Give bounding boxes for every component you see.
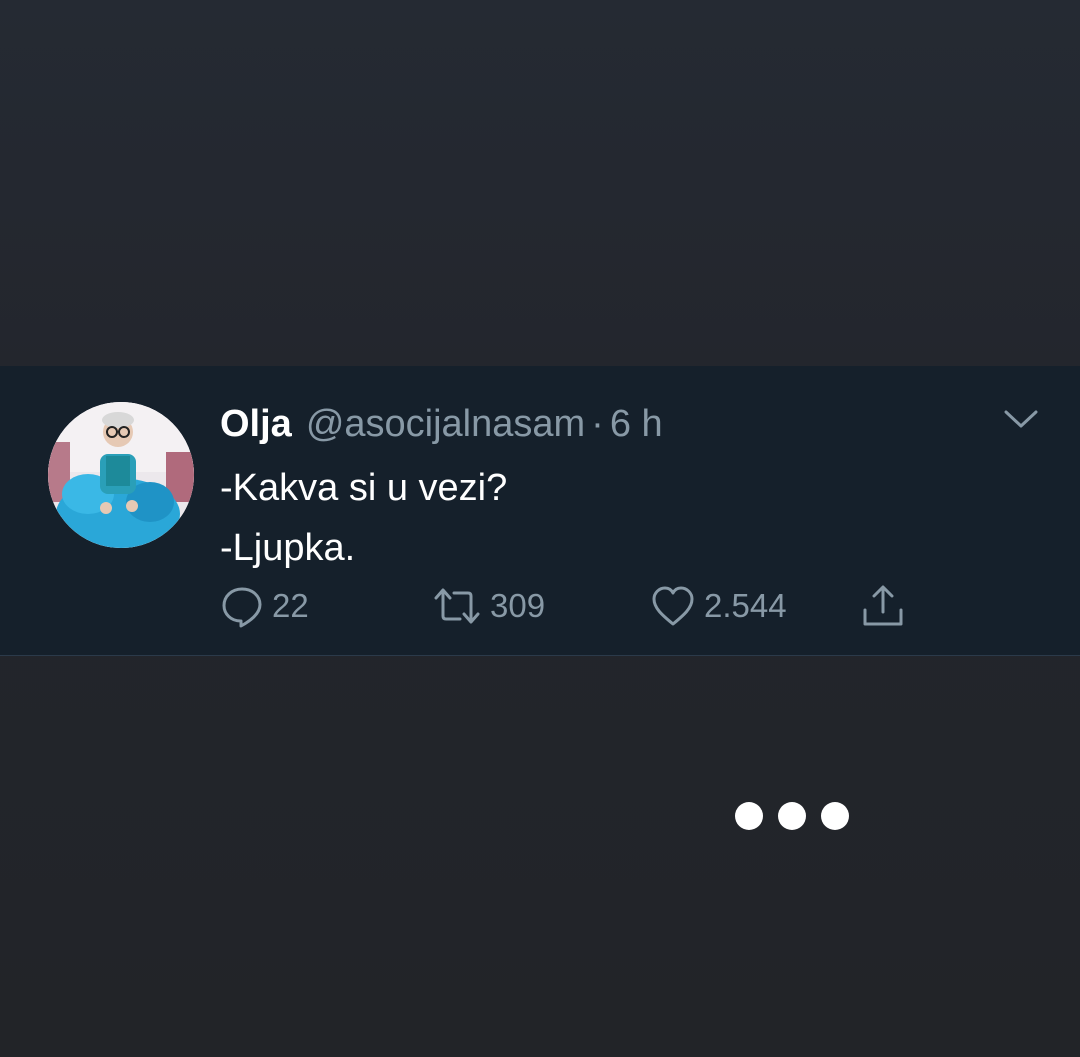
- retweet-button[interactable]: 309: [432, 584, 545, 628]
- typing-dot: [735, 802, 763, 830]
- profile-photo: [48, 402, 194, 548]
- share-button[interactable]: [860, 584, 906, 628]
- retweet-icon: [434, 588, 480, 624]
- timestamp[interactable]: 6 h: [610, 402, 663, 446]
- heart-icon: [652, 586, 694, 626]
- typing-dot: [778, 802, 806, 830]
- share-icon: [863, 585, 903, 626]
- header-separator: ·: [591, 403, 604, 445]
- tweet-text-line: -Ljupka.: [220, 527, 356, 569]
- display-name[interactable]: Olja: [220, 402, 292, 446]
- chevron-down-icon[interactable]: [1002, 404, 1040, 434]
- user-handle[interactable]: @asocijalnasam: [306, 402, 585, 446]
- retweet-count: 309: [490, 587, 546, 624]
- like-count: 2.544: [704, 587, 787, 624]
- reply-icon: [222, 587, 262, 628]
- screen: Olja @asocijalnasam · 6 h -Kakva si u ve…: [0, 0, 1080, 1057]
- tweet-header: Olja @asocijalnasam · 6 h: [220, 402, 663, 446]
- typing-indicator: [735, 802, 849, 830]
- reply-button[interactable]: 22: [220, 584, 309, 628]
- like-button[interactable]: 2.544: [650, 584, 787, 628]
- avatar[interactable]: [48, 402, 194, 548]
- typing-dot: [821, 802, 849, 830]
- tweet-text-line: -Kakva si u vezi?: [220, 467, 508, 509]
- tweet-card[interactable]: Olja @asocijalnasam · 6 h -Kakva si u ve…: [0, 366, 1080, 656]
- reply-count: 22: [272, 587, 309, 624]
- tweet-text: -Kakva si u vezi? -Ljupka.: [220, 458, 507, 578]
